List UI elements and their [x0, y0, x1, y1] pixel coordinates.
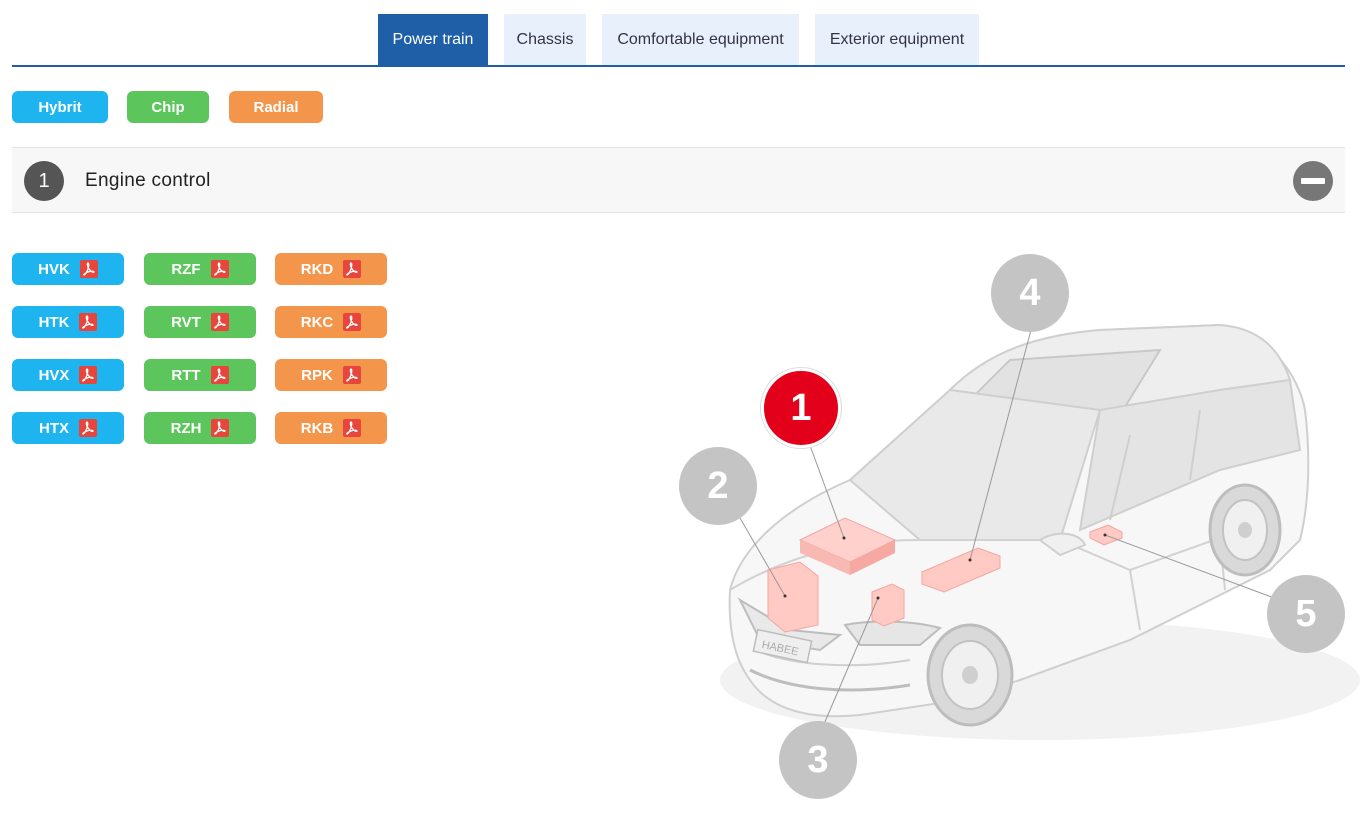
- product-rzf-button[interactable]: RZF: [144, 253, 256, 285]
- engine-control-section-header[interactable]: 1 Engine control: [12, 147, 1345, 213]
- pdf-icon: [342, 366, 361, 384]
- product-htx-button[interactable]: HTX: [12, 412, 124, 444]
- tab-exterior-equipment[interactable]: Exterior equipment: [815, 14, 979, 65]
- pdf-icon: [211, 419, 230, 437]
- section-number-badge: 1: [24, 161, 64, 201]
- product-label: RKB: [300, 419, 334, 437]
- product-hvx-button[interactable]: HVX: [12, 359, 124, 391]
- category-hybrit-button[interactable]: Hybrit: [12, 91, 108, 123]
- product-rkd-button[interactable]: RKD: [275, 253, 387, 285]
- category-chip-button[interactable]: Chip: [127, 91, 209, 123]
- pdf-icon: [210, 366, 229, 384]
- product-label: HVK: [38, 260, 70, 278]
- product-rvt-button[interactable]: RVT: [144, 306, 256, 338]
- tab-chassis[interactable]: Chassis: [504, 14, 586, 65]
- product-rkb-button[interactable]: RKB: [275, 412, 387, 444]
- pdf-icon: [343, 313, 362, 331]
- category-radial-button[interactable]: Radial: [229, 91, 323, 123]
- collapse-minus-icon[interactable]: [1293, 161, 1333, 201]
- pdf-icon: [210, 260, 229, 278]
- product-label: RZF: [171, 260, 201, 278]
- product-label: RKC: [300, 313, 334, 331]
- product-htk-button[interactable]: HTK: [12, 306, 124, 338]
- pdf-icon: [210, 313, 229, 331]
- pdf-icon: [79, 313, 98, 331]
- product-label: RKD: [300, 260, 334, 278]
- product-hvk-button[interactable]: HVK: [12, 253, 124, 285]
- product-label: RZH: [170, 419, 202, 437]
- product-rkc-button[interactable]: RKC: [275, 306, 387, 338]
- product-rpk-button[interactable]: RPK: [275, 359, 387, 391]
- tab-power-train[interactable]: Power train: [378, 14, 488, 65]
- pdf-icon: [79, 366, 98, 384]
- section-title: Engine control: [85, 170, 211, 191]
- product-label: RPK: [301, 366, 333, 384]
- pdf-icon: [343, 260, 362, 278]
- component-marker-3[interactable]: 3: [779, 721, 857, 799]
- component-marker-1[interactable]: 1: [761, 368, 841, 448]
- product-label: HTK: [38, 313, 70, 331]
- product-label: HVX: [38, 366, 70, 384]
- component-marker-4[interactable]: 4: [991, 254, 1069, 332]
- pdf-icon: [343, 419, 362, 437]
- pdf-icon: [79, 260, 98, 278]
- tab-comfortable-equipment[interactable]: Comfortable equipment: [602, 14, 799, 65]
- tab-bar: Power train Chassis Comfortable equipmen…: [12, 14, 1345, 67]
- product-label: HTX: [39, 419, 69, 437]
- product-rzh-button[interactable]: RZH: [144, 412, 256, 444]
- pdf-icon: [79, 419, 97, 437]
- car-diagram: HABEE 1 2 3 4 5: [660, 240, 1360, 810]
- product-label: RTT: [171, 366, 201, 384]
- component-marker-2[interactable]: 2: [679, 447, 757, 525]
- product-label: RVT: [171, 313, 201, 331]
- component-marker-5[interactable]: 5: [1267, 575, 1345, 653]
- product-rtt-button[interactable]: RTT: [144, 359, 256, 391]
